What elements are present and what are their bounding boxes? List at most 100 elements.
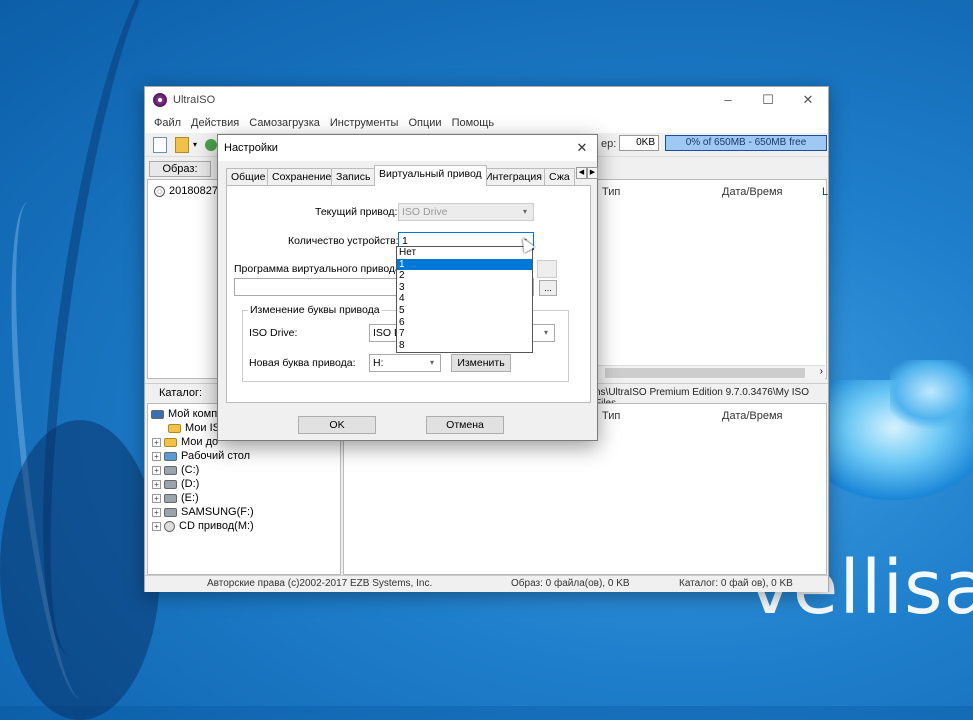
column-type[interactable]: Тип (602, 186, 620, 198)
wallpaper-water-drop (890, 360, 973, 430)
chevron-down-icon: ▾ (522, 207, 527, 216)
dropdown-option[interactable]: 2 (397, 270, 532, 282)
column-type[interactable]: Тип (602, 410, 620, 422)
capacity-bar: 0% of 650MB - 650MB free (665, 135, 827, 151)
status-bar: Авторские права (c)2002-2017 EZB Systems… (145, 575, 828, 592)
tree-label: Мои до (181, 436, 219, 448)
chevron-down-icon[interactable]: ▾ (540, 325, 552, 341)
window-titlebar[interactable]: UltraISO – ☐ ✕ (145, 87, 828, 113)
dropdown-option[interactable]: 7 (397, 328, 532, 340)
size-value: 0KB (619, 135, 659, 151)
program-extra-field (537, 260, 557, 278)
status-image: Образ: 0 файла(ов), 0 KB (511, 578, 630, 589)
scrollbar-thumb[interactable] (605, 368, 805, 378)
menu-bar: Файл Действия Самозагрузка Инструменты О… (145, 113, 828, 133)
expand-icon[interactable]: + (152, 493, 161, 503)
tree-item-drive-m[interactable]: + CD привод(M:) (152, 520, 254, 532)
expand-icon[interactable]: + (152, 465, 161, 475)
tab-scroll-right-icon[interactable]: ▶ (587, 167, 598, 179)
image-label: Образ: (149, 161, 211, 177)
column-extra[interactable]: L (822, 186, 828, 198)
dropdown-option[interactable]: Нет (397, 247, 532, 259)
tab-compression[interactable]: Сжа (544, 168, 575, 185)
cd-icon (154, 185, 165, 197)
tree-label: (E:) (181, 492, 199, 504)
dropdown-option[interactable]: 3 (397, 282, 532, 294)
dropdown-arrow-icon[interactable]: ▾ (193, 137, 201, 153)
cd-drive-icon (164, 520, 175, 532)
dropdown-option[interactable]: 6 (397, 317, 532, 329)
drive-icon (164, 479, 177, 489)
dialog-title: Настройки (224, 142, 278, 154)
column-date[interactable]: Дата/Время (722, 410, 783, 422)
dialog-close-button[interactable]: ✕ (567, 140, 597, 156)
dropdown-option[interactable]: 4 (397, 293, 532, 305)
new-letter-value: H: (373, 357, 384, 369)
scroll-right-icon[interactable]: › (820, 366, 823, 377)
open-folder-icon[interactable] (175, 137, 189, 153)
ok-button[interactable]: OK (298, 416, 376, 434)
new-letter-select[interactable]: H: ▾ (369, 354, 441, 372)
cancel-button[interactable]: Отмена (426, 416, 504, 434)
folder-icon (164, 437, 177, 447)
tree-item-drive-c[interactable]: + (C:) (152, 464, 199, 476)
dropdown-option-selected[interactable]: 1 (397, 258, 532, 271)
tree-label: SAMSUNG(F:) (181, 506, 254, 518)
menu-bootable[interactable]: Самозагрузка (244, 117, 325, 129)
tab-virtual-drive[interactable]: Виртуальный привод (374, 165, 487, 186)
window-title: UltraISO (173, 94, 216, 106)
expand-icon[interactable]: + (152, 507, 161, 517)
tree-label: (D:) (181, 478, 200, 490)
expand-icon[interactable]: + (152, 451, 161, 461)
drive-icon (164, 507, 177, 517)
close-window-button[interactable]: ✕ (788, 92, 828, 108)
tree-item-drive-e[interactable]: + (E:) (152, 492, 199, 504)
chevron-down-icon[interactable]: ▾ (426, 355, 438, 371)
current-drive-label: Текущий привод: (315, 206, 398, 218)
menu-options[interactable]: Опции (403, 117, 446, 129)
menu-tools[interactable]: Инструменты (325, 117, 404, 129)
save-icon[interactable] (205, 139, 217, 151)
tab-burn[interactable]: Запись (331, 168, 376, 185)
dropdown-option[interactable]: 5 (397, 305, 532, 317)
expand-icon[interactable]: + (152, 479, 161, 489)
tab-scroll-left-icon[interactable]: ◀ (576, 167, 587, 179)
device-count-label: Количество устройств: (288, 235, 399, 247)
menu-file[interactable]: Файл (149, 117, 186, 129)
minimize-button[interactable]: – (708, 92, 748, 108)
tab-integration[interactable]: Интеграция (480, 168, 547, 185)
image-tree-label: 20180827_ (169, 185, 225, 197)
tree-item-desktop[interactable]: + Рабочий стол (152, 450, 250, 462)
dialog-titlebar[interactable]: Настройки ✕ (218, 135, 597, 161)
ultraiso-app-icon (153, 93, 167, 107)
change-letter-button[interactable]: Изменить (451, 354, 511, 372)
size-label: ер: (601, 138, 617, 150)
expand-icon[interactable]: + (152, 521, 161, 531)
tree-item-my-docs[interactable]: + Мои до (152, 436, 218, 448)
computer-icon (151, 409, 164, 419)
tree-item-drive-d[interactable]: + (D:) (152, 478, 199, 490)
new-file-icon[interactable] (153, 137, 167, 153)
column-date[interactable]: Дата/Время (722, 186, 783, 198)
maximize-button[interactable]: ☐ (748, 92, 788, 108)
tab-general[interactable]: Общие (226, 168, 271, 185)
expand-icon[interactable]: + (152, 437, 161, 447)
tree-item-drive-f[interactable]: + SAMSUNG(F:) (152, 506, 254, 518)
browse-button[interactable]: ... (539, 280, 557, 296)
program-label: Программа виртуального привода: (234, 263, 404, 275)
tree-label: CD привод(M:) (179, 520, 254, 532)
menu-actions[interactable]: Действия (186, 117, 244, 129)
status-catalog: Каталог: 0 фай ов), 0 KB (679, 578, 793, 589)
status-copyright: Авторские права (c)2002-2017 EZB Systems… (207, 578, 433, 589)
wallpaper-shadow (0, 420, 160, 720)
tree-label: Рабочий стол (181, 450, 251, 462)
tab-save[interactable]: Сохранение (267, 168, 337, 185)
drive-icon (164, 465, 177, 475)
menu-help[interactable]: Помощь (447, 117, 500, 129)
image-tree-item[interactable]: 20180827_ (154, 185, 224, 197)
device-count-dropdown[interactable]: Нет 1 2 3 4 5 6 7 8 (396, 246, 533, 353)
dropdown-option[interactable]: 8 (397, 340, 532, 352)
drive-icon (164, 493, 177, 503)
tree-item-my-computer[interactable]: Мой компь (151, 408, 223, 420)
group-title: Изменение буквы привода (248, 304, 382, 316)
